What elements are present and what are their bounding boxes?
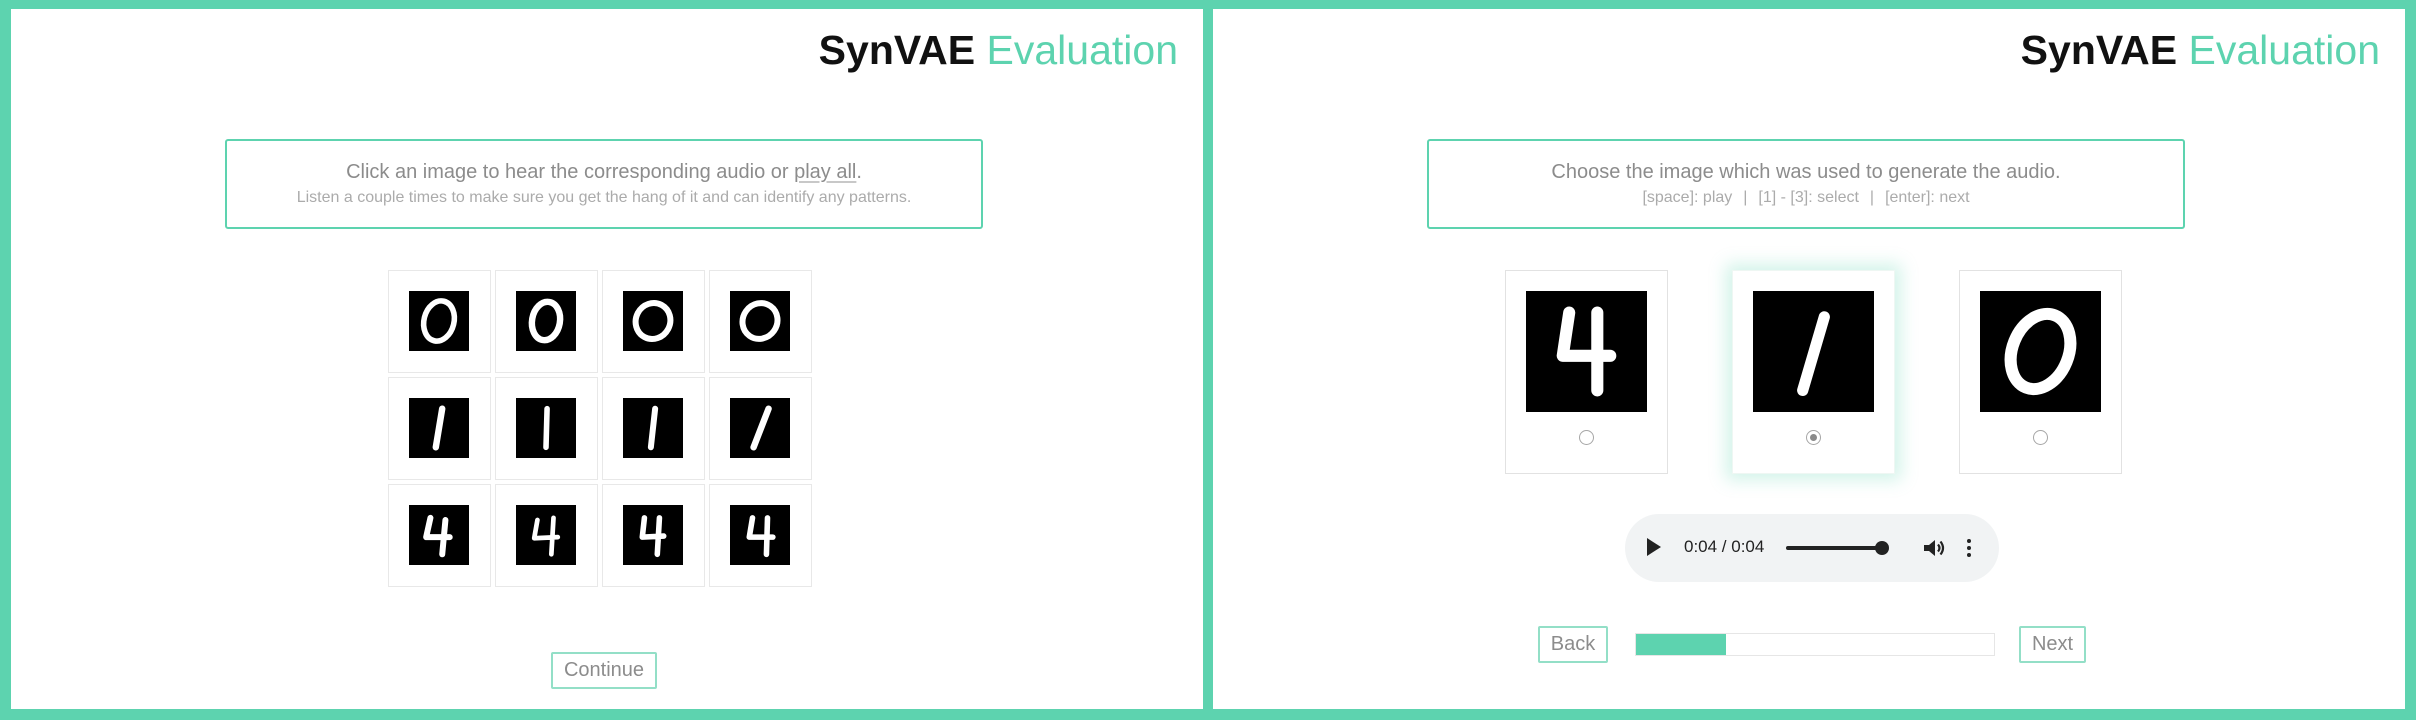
digit-0-image [516,291,576,351]
volume-icon[interactable] [1922,537,1948,559]
brand-title: SynVAE Evaluation [2020,27,2380,73]
hint-play: [space]: play [1642,189,1733,206]
digit-0-image [409,291,469,351]
play-icon[interactable] [1647,538,1661,556]
progress-bar-fill [1636,634,1726,655]
continue-button[interactable]: Continue [551,652,657,689]
instructions-subtext: Listen a couple times to make sure you g… [296,189,912,206]
sample-image-0-c[interactable] [602,270,705,373]
sample-image-0-d[interactable] [709,270,812,373]
instructions-text: Click an image to hear the corresponding… [346,161,862,183]
sample-image-1-a[interactable] [388,377,491,480]
sample-image-1-d[interactable] [709,377,812,480]
choice-radio-3[interactable] [2033,430,2048,445]
choice-radio-1[interactable] [1579,430,1594,445]
sample-image-1-c[interactable] [602,377,705,480]
hint-select: [1] - [3]: select [1758,189,1859,206]
audio-player: 0:04 / 0:04 [1625,514,1999,582]
digit-0-image [623,291,683,351]
sample-image-4-d[interactable] [709,484,812,587]
digit-4-image [623,505,683,565]
choice-option-2[interactable] [1732,270,1895,474]
audio-time: 0:04 / 0:04 [1684,537,1765,556]
digit-4-image [730,505,790,565]
next-button[interactable]: Next [2019,626,2086,663]
audio-seek-thumb[interactable] [1875,541,1889,555]
sample-image-grid [388,270,816,591]
digit-1-image [730,398,790,458]
back-button[interactable]: Back [1538,626,1608,663]
choice-radio-2[interactable] [1806,430,1821,445]
keyboard-hints: [space]: play | [1] - [3]: select | [enter]:… [1642,189,1970,206]
digit-4-image [409,505,469,565]
familiarization-panel: SynVAE Evaluation Click an image to hear… [11,9,1203,709]
sample-image-4-b[interactable] [495,484,598,587]
audio-seek-bar[interactable] [1786,546,1880,550]
sample-image-4-c[interactable] [602,484,705,587]
instructions-box: Click an image to hear the corresponding… [225,139,983,229]
digit-4-image [1526,291,1647,412]
more-vert-icon[interactable] [1965,537,1973,559]
instructions-box: Choose the image which was used to gener… [1427,139,2185,229]
sample-image-0-a[interactable] [388,270,491,373]
digit-4-image [516,505,576,565]
digit-0-image [1980,291,2101,412]
play-all-link[interactable]: play all [794,161,856,183]
digit-1-image [516,398,576,458]
sample-image-1-b[interactable] [495,377,598,480]
evaluation-panel: SynVAE Evaluation Choose the image which… [1213,9,2405,709]
brand-title: SynVAE Evaluation [818,27,1178,73]
digit-1-image [1753,291,1874,412]
sample-image-4-a[interactable] [388,484,491,587]
choice-option-1[interactable] [1505,270,1668,474]
digit-0-image [730,291,790,351]
digit-1-image [409,398,469,458]
instructions-text: Choose the image which was used to gener… [1551,161,2061,183]
progress-bar [1635,633,1995,656]
choice-option-3[interactable] [1959,270,2122,474]
digit-1-image [623,398,683,458]
sample-image-0-b[interactable] [495,270,598,373]
hint-next: [enter]: next [1885,189,1970,206]
